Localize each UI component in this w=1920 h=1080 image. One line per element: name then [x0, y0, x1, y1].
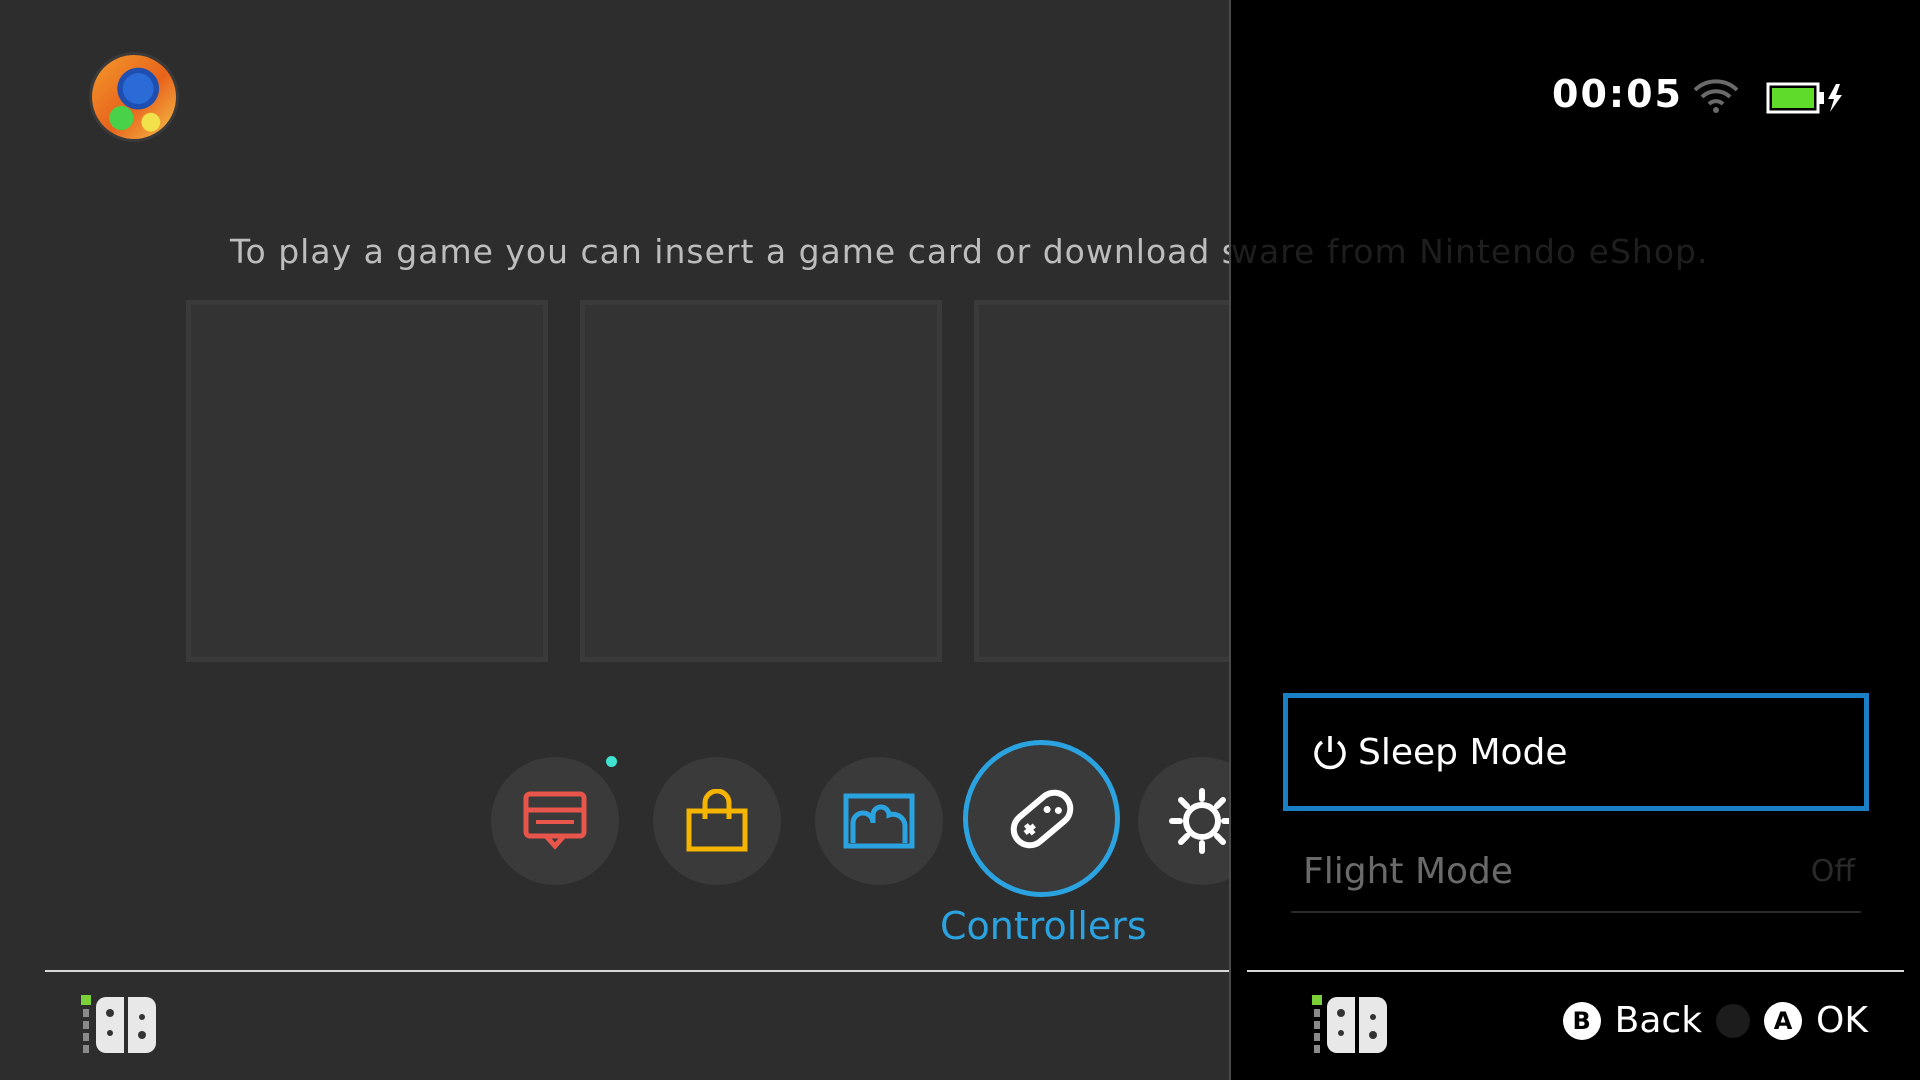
ok-button[interactable]: OK: [1816, 1000, 1868, 1041]
game-slot[interactable]: [186, 300, 548, 662]
home-menu: To play a game you can insert a game car…: [0, 0, 1230, 1080]
footer-actions: B Back A OK: [1562, 1000, 1868, 1041]
user-avatar[interactable]: [92, 55, 176, 139]
wifi-icon: [1693, 79, 1739, 113]
news-icon: [523, 791, 587, 850]
battery-icon: [1766, 82, 1842, 114]
gear-icon: [1169, 788, 1230, 854]
joycon-icon: [1312, 995, 1387, 1053]
sleep-mode-option[interactable]: Sleep Mode: [1283, 693, 1869, 811]
album-icon: [843, 793, 915, 849]
game-slot[interactable]: [580, 300, 942, 662]
flight-mode-label: Flight Mode: [1303, 850, 1514, 892]
album-button[interactable]: [815, 757, 943, 885]
a-button-ghost-icon: [1716, 1003, 1751, 1038]
clock: 00:05: [1552, 72, 1683, 116]
joycon-status: [80, 995, 170, 1059]
game-slot[interactable]: [974, 300, 1230, 662]
joycon-status: [1311, 995, 1401, 1059]
sleep-mode-label: Sleep Mode: [1358, 731, 1568, 773]
a-button-icon: A: [1764, 1001, 1803, 1040]
joycon-icon: [81, 995, 156, 1053]
selected-dock-label: Controllers: [940, 904, 1147, 948]
flight-mode-value: Off: [1810, 853, 1855, 889]
option-divider: [1291, 911, 1861, 913]
hint-overflow: ware from Nintendo eShop.: [1231, 232, 1709, 271]
back-button[interactable]: Back: [1615, 1000, 1702, 1041]
notification-dot: [606, 756, 617, 767]
flight-mode-option[interactable]: Flight Mode Off: [1291, 830, 1861, 912]
power-icon: [1314, 736, 1346, 770]
eshop-button[interactable]: [653, 757, 781, 885]
footer-divider: [45, 970, 1230, 972]
system-settings-button[interactable]: [1138, 757, 1230, 885]
controllers-button[interactable]: [963, 740, 1120, 897]
b-button-icon: B: [1562, 1001, 1601, 1040]
shopping-bag-icon: [686, 789, 748, 852]
news-button[interactable]: [491, 757, 619, 885]
empty-library-hint: To play a game you can insert a game car…: [230, 232, 1230, 271]
controller-icon: [1010, 789, 1073, 848]
power-options-panel: ware from Nintendo eShop. 00:05 Sleep Mo…: [1231, 0, 1920, 1080]
footer-divider: [1247, 970, 1904, 972]
battery-level: [1772, 88, 1814, 108]
